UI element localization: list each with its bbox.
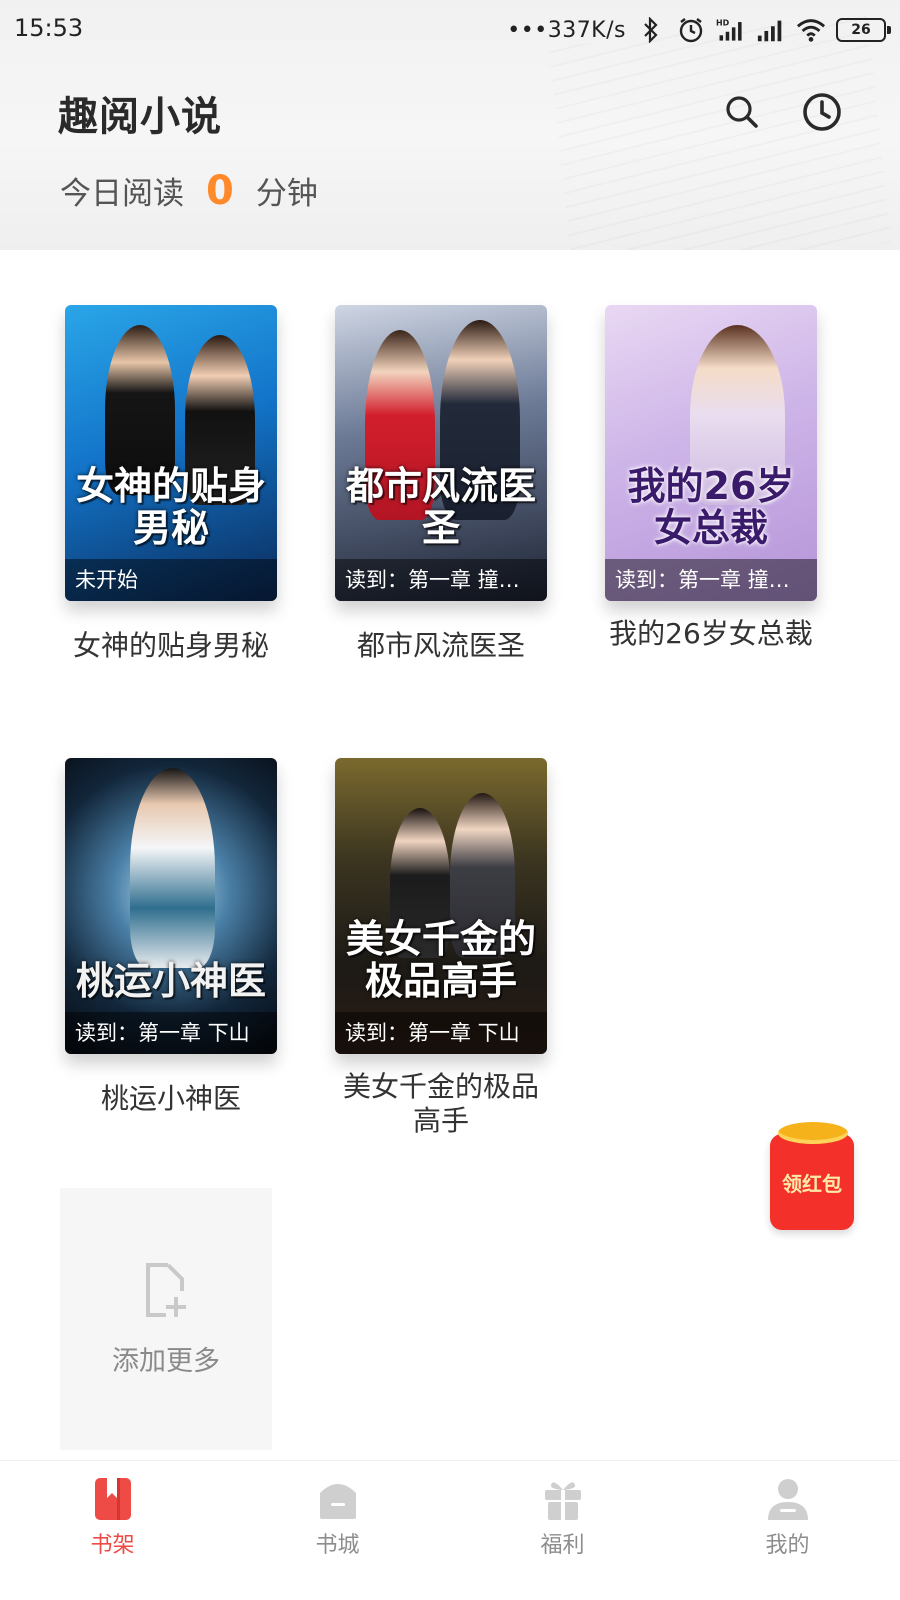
book-cover[interactable]: 我的26岁女总裁 读到：第一章 撞… — [605, 305, 817, 601]
red-packet-button[interactable]: 领红包 — [770, 1122, 854, 1230]
book-item[interactable]: 美女千金的极品高手 读到：第一章 下山 美女千金的极品高手 — [335, 758, 547, 1138]
reading-progress: 读到：第一章 下山 — [335, 1012, 547, 1054]
book-title: 桃运小神医 — [100, 1082, 241, 1115]
red-packet-label: 领红包 — [770, 1134, 854, 1230]
cover-title: 女神的贴身男秘 — [75, 464, 266, 550]
cover-title: 桃运小神医 — [75, 959, 266, 1003]
header: 15:53 •••337K/s HD 26 趣阅小说 今日阅读 0 分钟 — [0, 0, 900, 250]
tab-label: 我的 — [765, 1533, 810, 1558]
network-speed: •••337K/s — [507, 17, 626, 43]
tab-label: 书城 — [315, 1533, 360, 1558]
book-cover[interactable]: 女神的贴身男秘 未开始 — [65, 305, 277, 601]
clock-icon — [803, 93, 841, 131]
reading-prefix: 今日阅读 — [60, 176, 184, 212]
search-icon — [726, 96, 758, 128]
book-title: 美女千金的极品高手 — [342, 1070, 539, 1137]
book-item[interactable]: 桃运小神医 读到：第一章 下山 桃运小神医 — [65, 758, 277, 1116]
signal-icon — [756, 15, 786, 45]
book-item[interactable]: 都市风流医圣 读到：第一章 撞… 都市风流医圣 — [335, 305, 547, 663]
status-time: 15:53 — [14, 14, 84, 42]
tab-profile[interactable]: 我的 — [675, 1461, 900, 1600]
hd-signal-icon: HD — [716, 15, 746, 45]
add-more-button[interactable]: 添加更多 — [60, 1188, 272, 1450]
battery-icon: 26 — [836, 18, 891, 42]
tab-label: 福利 — [540, 1533, 585, 1558]
alarm-icon — [676, 15, 706, 45]
bookstore-icon — [316, 1475, 360, 1523]
today-reading: 今日阅读 0 分钟 — [60, 168, 318, 214]
cover-title: 我的26岁女总裁 — [627, 464, 795, 550]
profile-icon — [766, 1475, 810, 1523]
search-button[interactable] — [720, 90, 764, 134]
bookshelf-icon — [91, 1475, 135, 1523]
reading-suffix: 分钟 — [255, 176, 318, 212]
cover-title: 都市风流医圣 — [345, 464, 536, 550]
book-item[interactable]: 我的26岁女总裁 读到：第一章 撞… 我的26岁女总裁 — [605, 305, 817, 651]
tab-bookshelf[interactable]: 书架 — [0, 1461, 225, 1600]
tab-welfare[interactable]: 福利 — [450, 1461, 675, 1600]
status-bar: 15:53 •••337K/s HD 26 — [0, 0, 900, 62]
status-icons: •••337K/s HD 26 — [507, 12, 891, 48]
book-cover[interactable]: 桃运小神医 读到：第一章 下山 — [65, 758, 277, 1054]
wifi-icon — [796, 15, 826, 45]
reading-progress: 读到：第一章 撞… — [605, 559, 817, 601]
book-title: 女神的贴身男秘 — [72, 629, 269, 662]
reading-minutes: 0 — [206, 168, 234, 214]
bluetooth-icon — [636, 15, 666, 45]
cover-figure — [130, 768, 215, 968]
history-button[interactable] — [800, 90, 844, 134]
reading-progress: 未开始 — [65, 559, 277, 601]
tab-label: 书架 — [90, 1533, 135, 1558]
book-cover[interactable]: 都市风流医圣 读到：第一章 撞… — [335, 305, 547, 601]
app-title: 趣阅小说 — [58, 94, 222, 140]
reading-progress: 读到：第一章 撞… — [335, 559, 547, 601]
coins-icon — [778, 1122, 848, 1144]
gift-icon — [541, 1475, 585, 1523]
svg-text:HD: HD — [716, 19, 730, 28]
reading-progress: 读到：第一章 下山 — [65, 1012, 277, 1054]
bottom-nav: 书架 书城 福利 我的 — [0, 1460, 900, 1600]
cover-title: 美女千金的极品高手 — [345, 917, 536, 1003]
book-title: 都市风流医圣 — [356, 629, 525, 662]
tab-bookstore[interactable]: 书城 — [225, 1461, 450, 1600]
book-item[interactable]: 女神的贴身男秘 未开始 女神的贴身男秘 — [65, 305, 277, 663]
add-more-label: 添加更多 — [112, 1345, 220, 1377]
book-cover[interactable]: 美女千金的极品高手 读到：第一章 下山 — [335, 758, 547, 1054]
book-title: 我的26岁女总裁 — [609, 617, 813, 650]
add-book-icon — [146, 1262, 186, 1317]
